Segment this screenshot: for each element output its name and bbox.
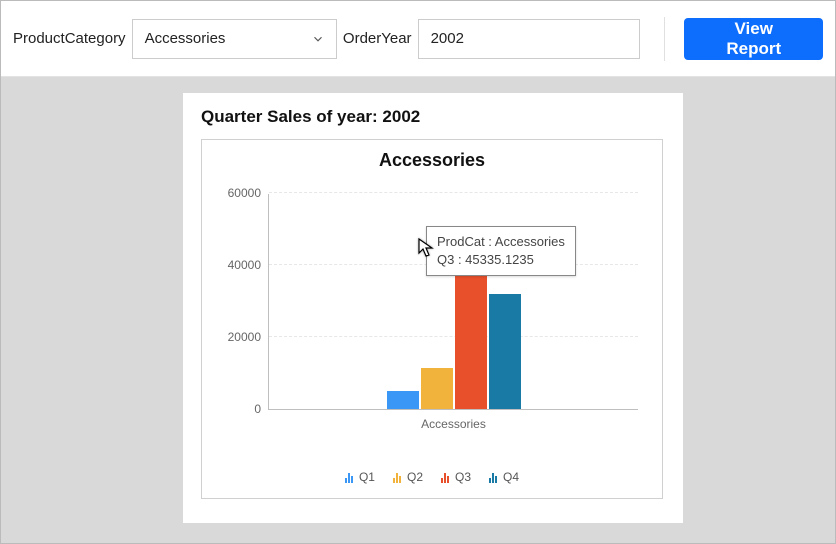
toolbar-divider: [664, 17, 665, 61]
bar-chart-icon: [441, 471, 449, 483]
legend-item[interactable]: Q1: [345, 470, 375, 484]
view-report-button[interactable]: View Report: [684, 18, 823, 60]
legend-label: Q3: [455, 470, 471, 484]
category-select-value: Accessories: [133, 30, 300, 47]
bar-chart-icon: [345, 471, 353, 483]
y-tick-label: 20000: [228, 330, 261, 344]
chart-bar[interactable]: [387, 391, 419, 409]
category-param-label: ProductCategory: [13, 30, 126, 47]
chart-tooltip: ProdCat : Accessories Q3 : 45335.1235: [426, 226, 576, 276]
tooltip-line: ProdCat : Accessories: [437, 233, 565, 251]
orderyear-param-label: OrderYear: [343, 30, 412, 47]
chart-title: Accessories: [202, 150, 662, 171]
bar-chart-icon: [393, 471, 401, 483]
legend-item[interactable]: Q4: [489, 470, 519, 484]
bar-chart-icon: [489, 471, 497, 483]
y-tick-label: 0: [254, 402, 261, 416]
chart-card: Accessories Accessories 0 20000 40000 60000…: [201, 139, 663, 499]
chart-legend: Q1 Q2 Q3 Q4: [202, 470, 662, 484]
report-panel: Quarter Sales of year: 2002 Accessories …: [183, 93, 683, 523]
orderyear-input[interactable]: [418, 19, 640, 59]
tooltip-line: Q3 : 45335.1235: [437, 251, 565, 269]
x-axis-label: Accessories: [421, 417, 486, 431]
chart-bar[interactable]: [421, 368, 453, 409]
legend-label: Q1: [359, 470, 375, 484]
legend-item[interactable]: Q3: [441, 470, 471, 484]
parameters-toolbar: ProductCategory Accessories OrderYear Vi…: [1, 1, 835, 77]
page-title: Quarter Sales of year: 2002: [201, 107, 665, 127]
chevron-down-icon: [300, 32, 336, 46]
legend-label: Q2: [407, 470, 423, 484]
chart-bar[interactable]: [489, 294, 521, 409]
y-tick-label: 60000: [228, 186, 261, 200]
y-tick-label: 40000: [228, 258, 261, 272]
legend-label: Q4: [503, 470, 519, 484]
category-select[interactable]: Accessories: [132, 19, 337, 59]
legend-item[interactable]: Q2: [393, 470, 423, 484]
